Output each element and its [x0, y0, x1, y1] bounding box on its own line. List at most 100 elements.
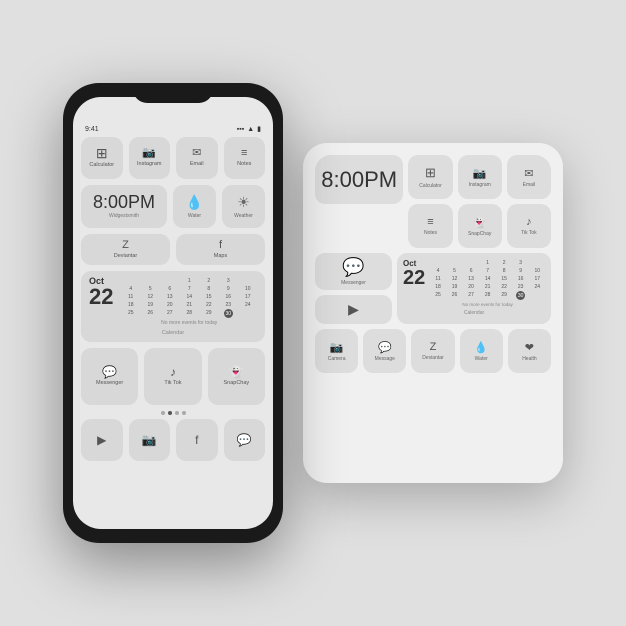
tab-calc-sym: ⊞ [425, 165, 436, 181]
phone-signal-icon: ▪▪▪ [237, 126, 244, 133]
phone-screen: 9:41 ▪▪▪ ▲ ▮ ⊞ Calculator 📷 Instagram [73, 97, 273, 529]
tab-cal-row-2: 11 12 13 14 15 16 17 [430, 275, 545, 283]
maps-sym: f [219, 240, 222, 251]
phone-time-display: 8:00PM [93, 193, 155, 211]
phone-cal-label: Calendar [89, 330, 257, 336]
page-dots [81, 411, 265, 415]
tablet-messenger-icon[interactable]: 💬 Messenger [315, 253, 392, 290]
tablet-deviantar-icon[interactable]: Z Deviantar [411, 329, 454, 372]
tablet-time-display: 8:00PM [321, 167, 397, 193]
tablet-water-icon[interactable]: 💧 Water [460, 329, 503, 372]
tablet-calculator-icon[interactable]: ⊞ Calculator [408, 155, 452, 199]
cal-row-4: 25 26 27 28 29 30 [121, 309, 257, 318]
tablet-message-icon[interactable]: 💬 Message [363, 329, 406, 372]
phone-messenger-icon[interactable]: 💬 Messenger [81, 348, 138, 405]
weather-icon: ☀ [237, 194, 250, 211]
tab-cal-row-header: 1 2 3 [430, 259, 545, 267]
tablet-bottom-icons: 📷 Camera 💬 Message Z Deviantar 💧 Water ❤ [315, 329, 551, 372]
tab-msg-sym: 💬 [378, 341, 392, 354]
phone-deviantar-icon[interactable]: Z Deviantar [81, 234, 170, 266]
snapchay-label: SnapChay [223, 380, 249, 387]
water-icon: 💧 [186, 194, 203, 211]
tablet-youtube-icon[interactable]: ▶ [315, 295, 392, 324]
tablet-device: 8:00PM ⊞ Calculator 📷 Instagram ✉ Email [303, 143, 563, 483]
phone-cal-date: Oct 22 [89, 277, 113, 308]
phone-time-widget: 8:00PM Widgestsmith [81, 185, 167, 228]
tablet-screen: 8:00PM ⊞ Calculator 📷 Instagram ✉ Email [315, 155, 551, 471]
facebook-sym: f [195, 434, 198, 446]
tab-ig-sym: 📷 [473, 167, 487, 180]
tablet-email-icon[interactable]: ✉ Email [507, 155, 551, 199]
phone-social-icons: 💬 Messenger ♪ Tik Tok 👻 SnapChay [81, 348, 265, 405]
phone-cal-events: No more events for today [121, 320, 257, 326]
notes-label: Notes [237, 161, 251, 168]
deviantar-label: Deviantar [114, 253, 138, 260]
messenger-label: Messenger [96, 380, 123, 387]
phone-camera-icon[interactable]: 📷 [129, 419, 171, 461]
instagram-label: Instagram [137, 161, 161, 168]
tablet-snapchay-icon[interactable]: 👻 SnapChay [458, 204, 502, 248]
camera-sym: 📷 [142, 434, 157, 446]
phone-device: 9:41 ▪▪▪ ▲ ▮ ⊞ Calculator 📷 Instagram [63, 83, 283, 543]
tablet-camera-icon[interactable]: 📷 Camera [315, 329, 358, 372]
phone-battery-icon: ▮ [257, 125, 261, 133]
instagram-sym: 📷 [142, 148, 156, 159]
messenger-sym: 💬 [102, 366, 117, 378]
tablet-tiktok-icon[interactable]: ♪ Tik Tok [507, 204, 551, 248]
phone-instagram-icon[interactable]: 📷 Instagram [129, 137, 171, 179]
widgetsmith-label: Widgestsmith [109, 213, 139, 219]
tab-cal-events: No more events for today [430, 302, 545, 307]
tab-dev-label: Deviantar [422, 355, 443, 361]
tab-notes-sym: ≡ [427, 216, 433, 228]
phone-email-icon[interactable]: ✉ Email [176, 137, 218, 179]
dot-2 [168, 411, 172, 415]
tab-cal-date: Oct 22 [403, 259, 425, 288]
phone-weather-widget: ☀ Weather [222, 185, 265, 228]
cal-row-3: 18 19 20 21 22 23 24 [121, 301, 257, 309]
tab-calc-label: Calculator [419, 183, 442, 189]
calculator-label: Calculator [89, 162, 114, 169]
email-sym: ✉ [192, 148, 201, 159]
tab-tiktok-sym: ♪ [526, 216, 532, 228]
tab-cal-row-4: 25 26 27 28 29 30 [430, 291, 545, 300]
water-label: Water [188, 213, 201, 219]
tab-cal-grid: 1 2 3 4 5 6 7 8 9 [430, 259, 545, 307]
scene: 9:41 ▪▪▪ ▲ ▮ ⊞ Calculator 📷 Instagram [13, 83, 613, 543]
tab-health-sym: ❤ [525, 341, 534, 354]
cal-row-1: 4 5 6 7 8 9 10 [121, 285, 257, 293]
chat-sym: 💬 [237, 434, 252, 446]
tablet-main-area: 💬 Messenger ▶ Oct 22 [315, 253, 551, 324]
tab-messenger-sym: 💬 [342, 257, 364, 278]
phone-calendar-widget: Oct 22 1 2 3 [81, 271, 265, 342]
tablet-health-icon[interactable]: ❤ Health [508, 329, 551, 372]
calculator-sym: ⊞ [96, 146, 108, 160]
phone-snapchay-icon[interactable]: 👻 SnapChay [208, 348, 265, 405]
tablet-calendar-widget: Oct 22 1 2 3 [397, 253, 551, 324]
deviantar-sym: Z [122, 240, 129, 251]
phone-youtube-icon[interactable]: ▶ [81, 419, 123, 461]
phone-notes-icon[interactable]: ≡ Notes [224, 137, 266, 179]
phone-tiktok-icon[interactable]: ♪ Tik Tok [144, 348, 201, 405]
youtube-sym: ▶ [97, 434, 106, 446]
phone-maps-icon[interactable]: f Maps [176, 234, 265, 266]
phone-cal-grid: 1 2 3 4 5 6 7 8 9 10 [121, 277, 257, 326]
phone-notch [133, 83, 213, 103]
tablet-instagram-icon[interactable]: 📷 Instagram [458, 155, 502, 199]
tab-cam-label: Camera [328, 356, 346, 362]
tab-youtube-sym: ▶ [348, 301, 359, 318]
phone-water-widget: 💧 Water [173, 185, 216, 228]
tab-ig-label: Instagram [469, 182, 491, 188]
weather-label: Weather [234, 213, 253, 219]
tablet-notes-icon[interactable]: ≡ Notes [408, 204, 452, 248]
phone-facebook-icon[interactable]: f [176, 419, 218, 461]
tab-water-sym: 💧 [474, 341, 488, 354]
tiktok-sym: ♪ [170, 366, 176, 378]
tab-notes-label: Notes [424, 230, 437, 236]
phone-top-icons: ⊞ Calculator 📷 Instagram ✉ Email ≡ Notes [81, 137, 265, 179]
phone-chat-icon[interactable]: 💬 [224, 419, 266, 461]
tab-cal-header: Oct 22 1 2 3 [403, 259, 545, 307]
tablet-second-row: ≡ Notes 👻 SnapChay ♪ Tik Tok [315, 204, 551, 248]
phone-widget-row: 8:00PM Widgestsmith 💧 Water ☀ Weather [81, 185, 265, 228]
tablet-left-col: 💬 Messenger ▶ [315, 253, 392, 324]
phone-calculator-icon[interactable]: ⊞ Calculator [81, 137, 123, 179]
